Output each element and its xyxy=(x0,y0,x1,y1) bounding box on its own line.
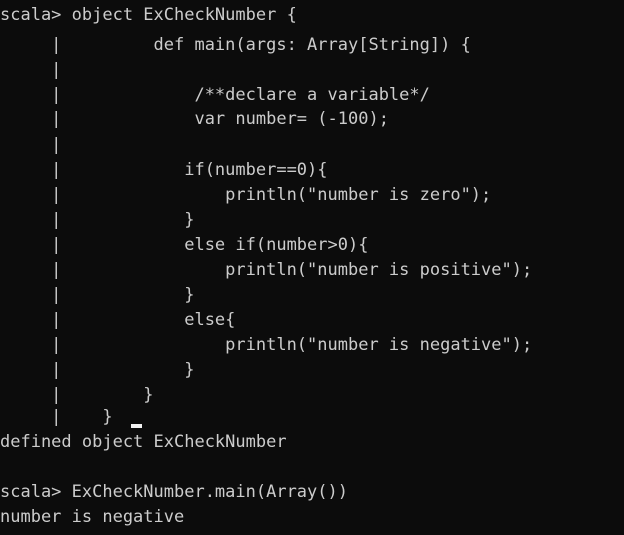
terminal-line: | println("number is zero"); xyxy=(0,185,492,205)
terminal-line: | else if(number>0){ xyxy=(0,235,369,255)
terminal-line: scala> object ExCheckNumber { xyxy=(0,5,297,25)
terminal-line: | } xyxy=(0,407,113,427)
terminal-line: number is negative xyxy=(0,507,185,527)
text-cursor xyxy=(131,424,142,428)
terminal-line: | xyxy=(0,60,62,80)
terminal-line: | /**declare a variable*/ xyxy=(0,85,430,105)
terminal-line: | else{ xyxy=(0,310,236,330)
terminal-line: | def main(args: Array[String]) { xyxy=(0,35,471,55)
terminal-line: | if(number==0){ xyxy=(0,160,328,180)
terminal-line: | } xyxy=(0,210,195,230)
terminal-line: scala> ExCheckNumber.main(Array()) xyxy=(0,482,348,502)
terminal-window[interactable]: scala> object ExCheckNumber { | def main… xyxy=(0,0,624,535)
terminal-line: | var number= (-100); xyxy=(0,109,389,129)
terminal-line: | } xyxy=(0,360,195,380)
terminal-line: defined object ExCheckNumber xyxy=(0,432,287,452)
terminal-line: | } xyxy=(0,285,195,305)
terminal-line: | println("number is negative"); xyxy=(0,335,533,355)
terminal-line: | xyxy=(0,135,62,155)
terminal-line: | println("number is positive"); xyxy=(0,260,533,280)
